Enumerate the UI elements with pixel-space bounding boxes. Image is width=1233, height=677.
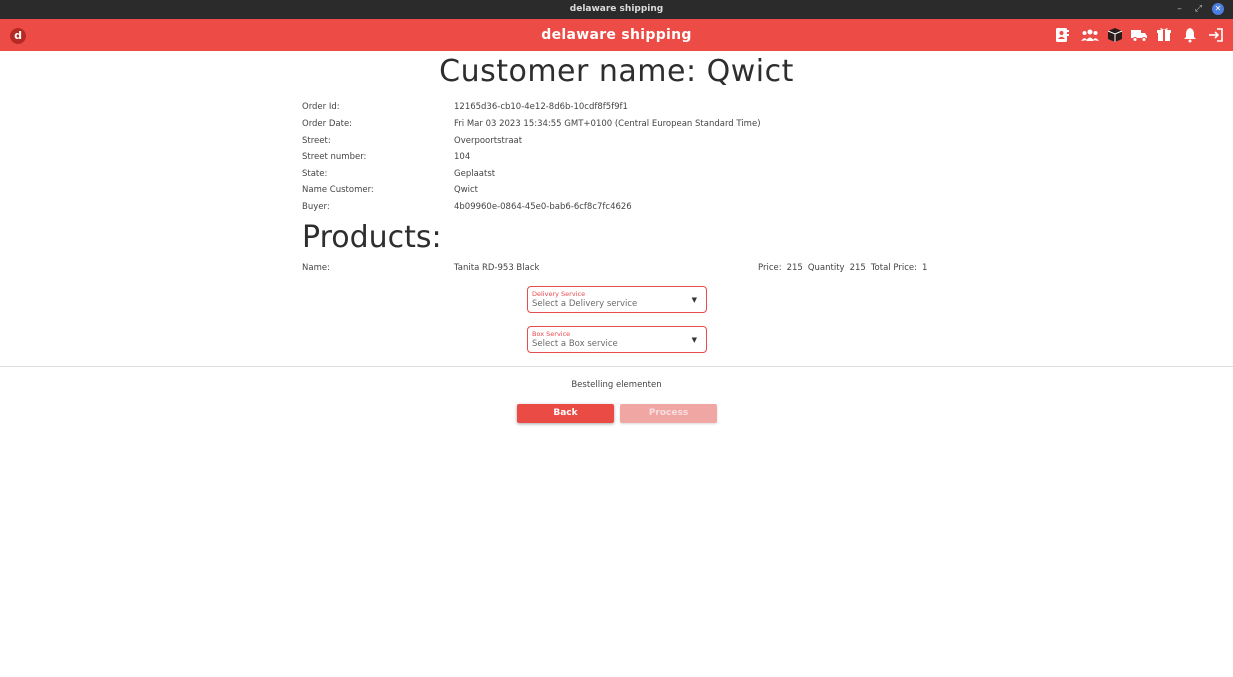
delivery-service-select[interactable]: Delivery Service Select a Delivery servi… [527, 286, 707, 313]
box-service-value: Select a Box service [532, 339, 618, 349]
back-button[interactable]: Back [517, 404, 614, 423]
street-number-label: Street number: [302, 152, 367, 162]
delivery-service-label: Delivery Service [532, 290, 586, 298]
product-name-label: Name: [302, 263, 330, 273]
order-id-label: Order Id: [302, 102, 340, 112]
order-date-label: Order Date: [302, 119, 353, 129]
minimize-icon[interactable]: – [1173, 3, 1186, 16]
buyer-label: Buyer: [302, 202, 330, 212]
street-value: Overpoortstraat [454, 136, 523, 146]
bell-icon[interactable] [1183, 27, 1199, 43]
total-price-label: Total Price: [870, 263, 917, 273]
page-title: Customer name: Qwict [439, 54, 794, 89]
truck-icon[interactable] [1131, 27, 1147, 43]
delivery-service-value: Select a Delivery service [532, 299, 638, 309]
price-value: 215 [786, 263, 803, 273]
price-label: Price: [758, 263, 782, 273]
window-titlebar: delaware shipping – ⤢ ✕ [0, 0, 1233, 19]
state-label: State: [302, 169, 328, 179]
products-heading: Products: [302, 220, 442, 255]
app-title: delaware shipping [541, 27, 692, 43]
street-label: Street: [302, 136, 331, 146]
users-icon[interactable] [1081, 27, 1099, 43]
section-divider [0, 366, 1233, 367]
order-id-value: 12165d36-cb10-4e12-8d6b-10cdf8f5f9f1 [454, 102, 628, 112]
box-icon[interactable] [1107, 27, 1123, 43]
total-price-value: 1 [921, 263, 928, 273]
product-meta: Price: 215 Quantity 215 Total Price: 1 [758, 263, 932, 273]
box-service-label: Box Service [532, 330, 571, 338]
quantity-label: Quantity [807, 263, 845, 273]
state-value: Geplaatst [454, 169, 496, 179]
window-title: delaware shipping [569, 4, 664, 14]
order-items-caption: Bestelling elementen [571, 380, 662, 390]
maximize-icon[interactable]: ⤢ [1192, 3, 1205, 16]
box-service-select[interactable]: Box Service Select a Box service ▼ [527, 326, 707, 353]
close-icon[interactable]: ✕ [1212, 3, 1224, 15]
process-button[interactable]: Process [620, 404, 717, 423]
street-number-value: 104 [454, 152, 471, 162]
logout-icon[interactable] [1208, 27, 1224, 43]
quantity-value: 215 [849, 263, 866, 273]
name-customer-label: Name Customer: [302, 185, 374, 195]
dropdown-arrow-icon: ▼ [691, 296, 697, 304]
product-row: Name: Tanita RD-953 Black Price: 215 Quant… [302, 263, 942, 275]
dropdown-arrow-icon: ▼ [691, 336, 697, 344]
order-date-value: Fri Mar 03 2023 15:34:55 GMT+0100 (Centr… [454, 119, 761, 129]
contacts-icon[interactable] [1055, 27, 1071, 43]
buyer-value: 4b09960e-0864-45e0-bab6-6cf8c7fc4626 [454, 202, 632, 212]
app-header: d delaware shipping [0, 19, 1233, 51]
product-name: Tanita RD-953 Black [454, 263, 540, 273]
package-icon[interactable] [1157, 27, 1173, 43]
name-customer-value: Qwict [454, 185, 479, 195]
